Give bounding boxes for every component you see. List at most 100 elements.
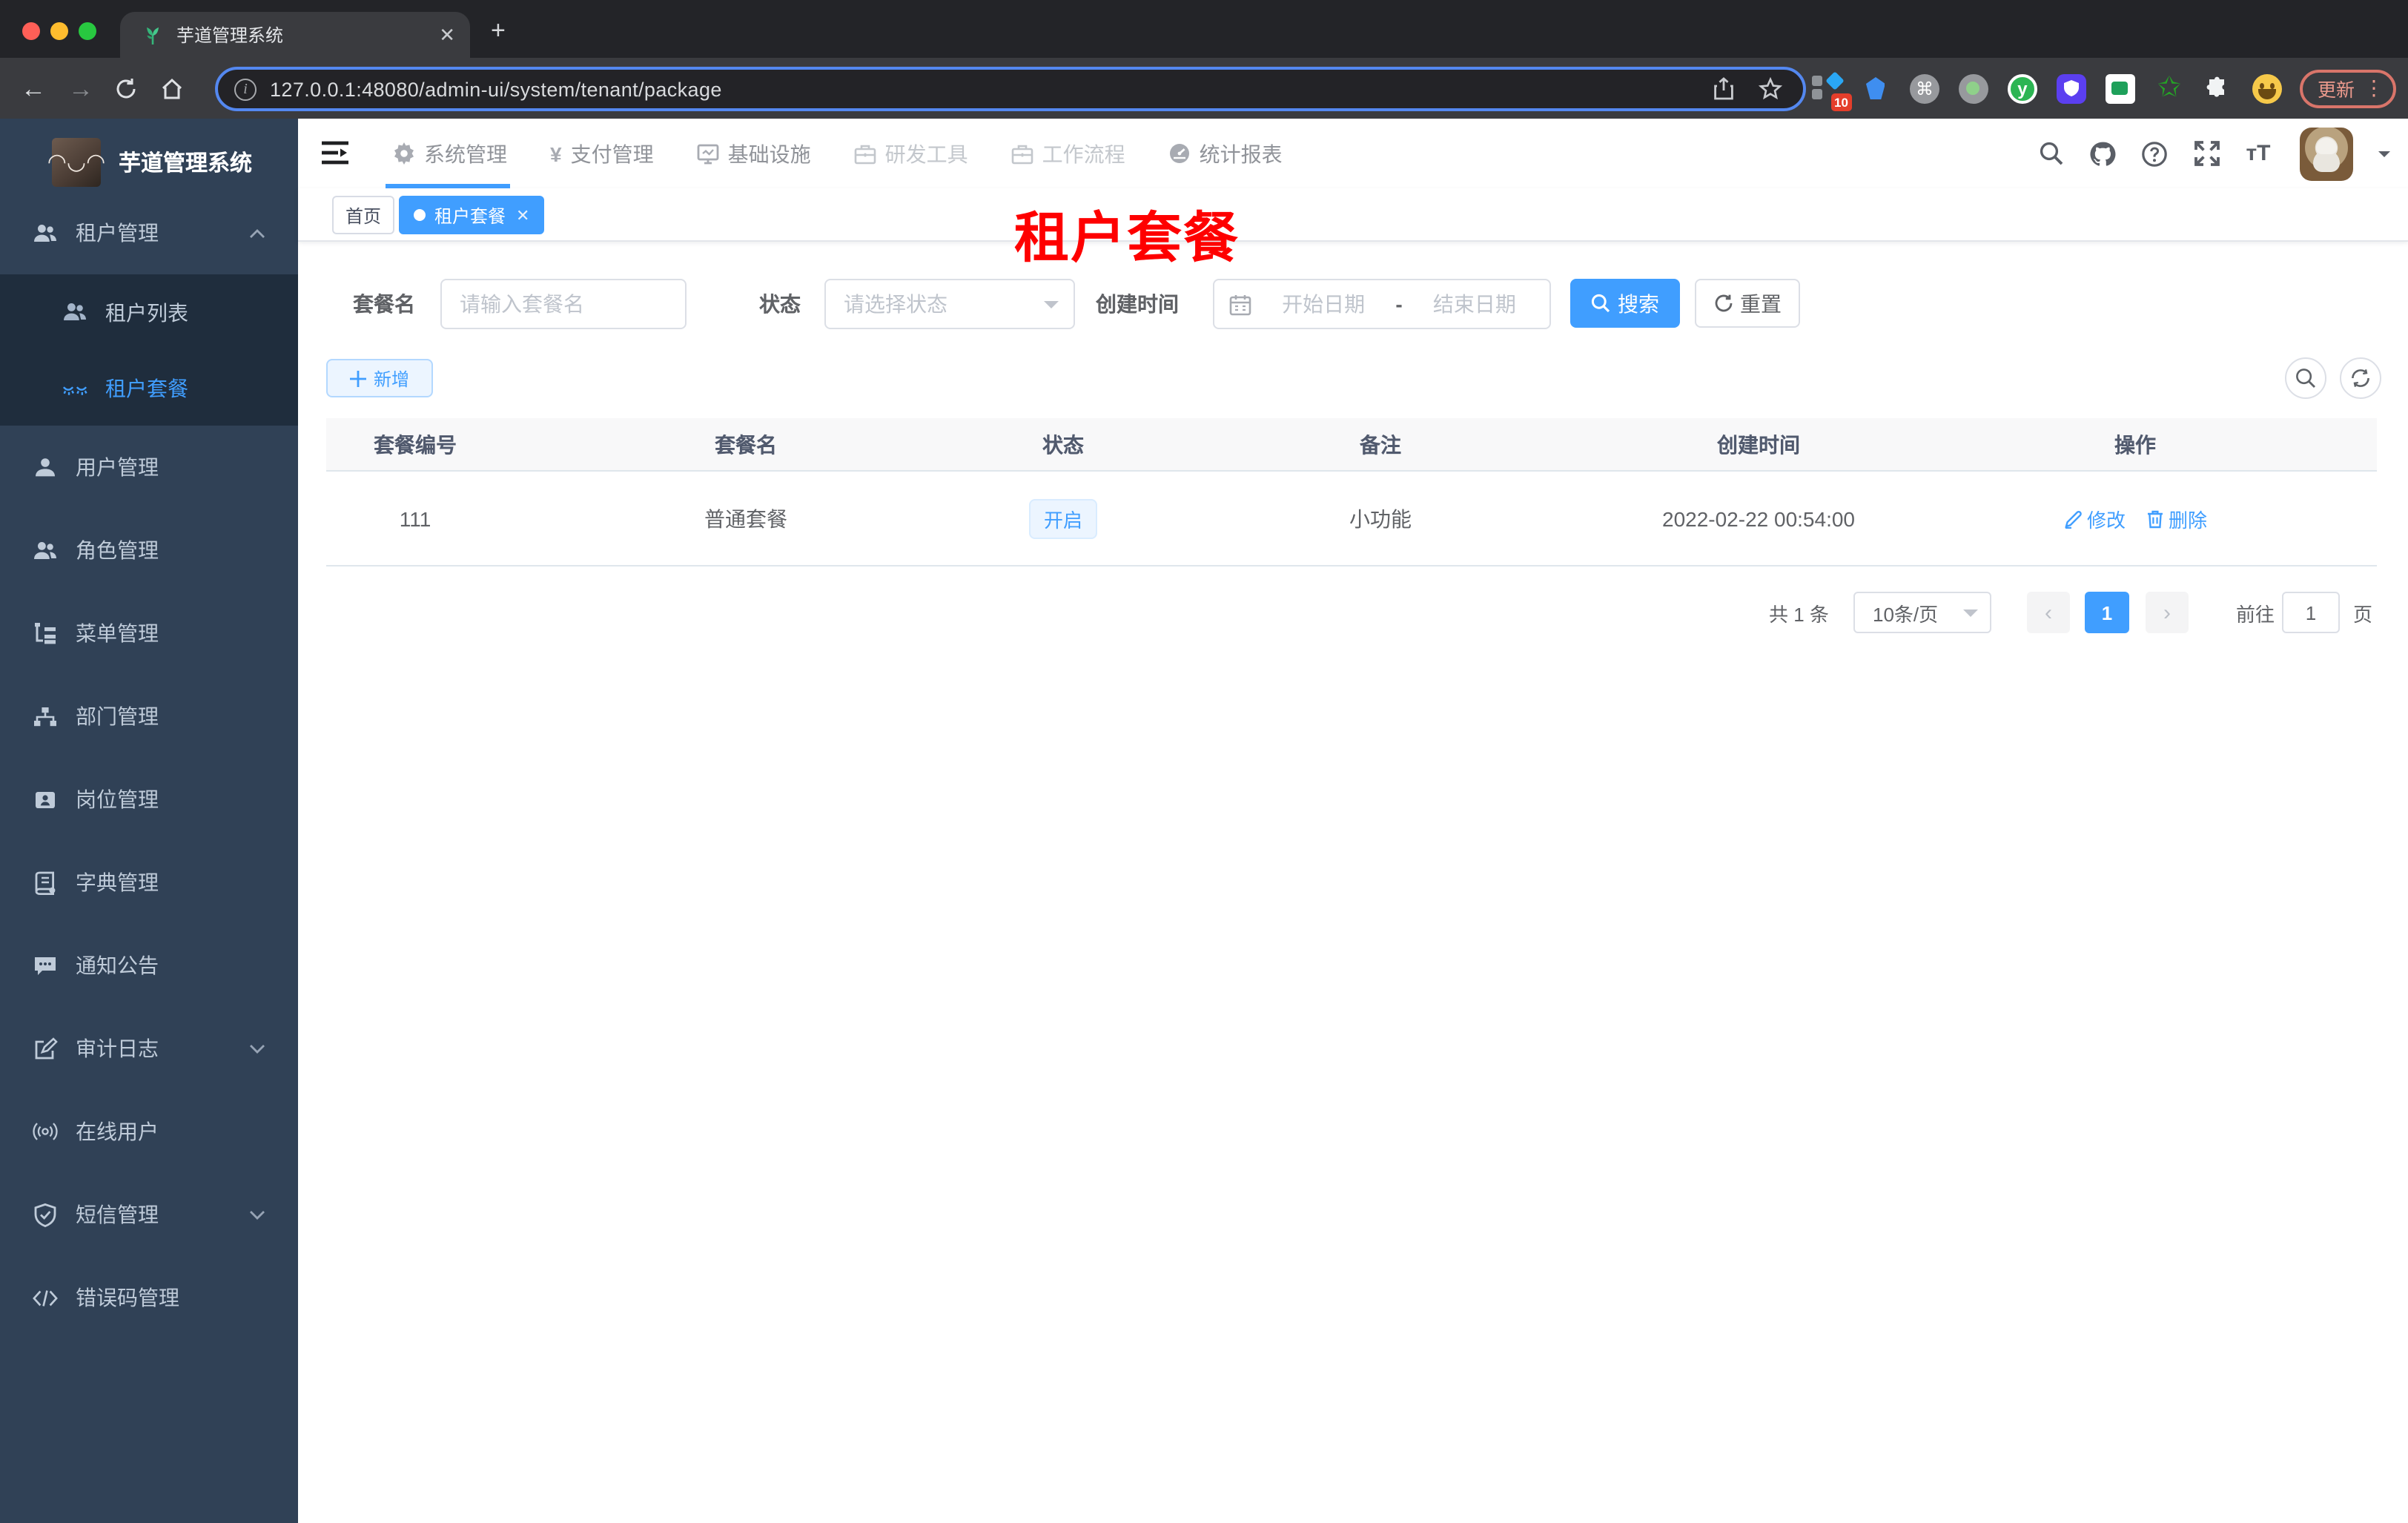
browser-update-button[interactable]: 更新 ⋮ — [2299, 69, 2396, 108]
sidebar-item-error-code[interactable]: 错误码管理 — [0, 1256, 298, 1339]
minimize-window-button[interactable] — [50, 22, 68, 40]
tag-close-icon[interactable]: ✕ — [516, 205, 529, 225]
refresh-table-button[interactable] — [2340, 357, 2381, 399]
extension-blocks-icon[interactable]: 10 — [1810, 70, 1852, 110]
tab-close-icon[interactable]: ✕ — [439, 25, 455, 44]
extension-star-icon[interactable]: ✩ — [2153, 72, 2186, 105]
top-menu-infrastructure[interactable]: 基础设施 — [697, 119, 811, 188]
url-bar[interactable]: i 127.0.0.1:48080/admin-ui/system/tenant… — [215, 67, 1806, 111]
sidebar-item-sms-management[interactable]: 短信管理 — [0, 1173, 298, 1256]
top-menu-reports[interactable]: 统计报表 — [1168, 119, 1283, 188]
sidebar-logo-row[interactable]: ◠◡◠ 芋道管理系统 — [0, 128, 298, 196]
goto-page-input[interactable] — [2283, 593, 2338, 632]
profile-avatar-icon[interactable] — [2251, 72, 2283, 105]
add-button[interactable]: 新增 — [326, 359, 433, 397]
screenshot-stage: 芋道管理系统 ✕ + ← → i 127.0.0.1:48080/admin-u… — [0, 0, 2408, 1523]
user-avatar[interactable] — [2300, 127, 2353, 180]
zoom-window-button[interactable] — [79, 22, 96, 40]
delete-link-label: 删除 — [2169, 509, 2208, 531]
top-menu-workflow[interactable]: 工作流程 — [1011, 119, 1125, 188]
delete-link[interactable]: 删除 — [2146, 504, 2207, 532]
package-name-label: 套餐名 — [353, 292, 415, 316]
tag-tenant-package[interactable]: 租户套餐 ✕ — [399, 196, 545, 234]
table-row[interactable]: 111 普通套餐 开启 小功能 2022-02-22 00:54:00 修改 删… — [326, 472, 2377, 566]
sidebar-item-menu-management[interactable]: 菜单管理 — [0, 592, 298, 675]
gear-icon — [393, 142, 415, 165]
current-page-button[interactable]: 1 — [2085, 592, 2129, 633]
sidebar-item-label: 在线用户 — [76, 1120, 159, 1143]
sidebar-item-post-management[interactable]: 岗位管理 — [0, 758, 298, 841]
sidebar-item-dict-management[interactable]: 字典管理 — [0, 841, 298, 924]
sidebar-item-label: 角色管理 — [76, 538, 159, 562]
sidebar-item-online-users[interactable]: 在线用户 — [0, 1090, 298, 1173]
search-button[interactable]: 搜索 — [1570, 279, 1680, 328]
search-icon[interactable] — [2037, 140, 2064, 167]
page-size-select[interactable]: 10条/页 — [1853, 592, 1991, 633]
extension-chat-icon[interactable] — [2104, 72, 2137, 105]
next-page-button[interactable]: › — [2146, 592, 2189, 633]
status-select[interactable]: 请选择状态 — [824, 279, 1075, 329]
back-button[interactable]: ← — [21, 76, 46, 101]
sidebar-item-label: 错误码管理 — [76, 1286, 179, 1309]
package-name-input[interactable] — [442, 280, 685, 328]
edit-link[interactable]: 修改 — [2063, 504, 2126, 532]
extension-command-icon[interactable]: ⌘ — [1908, 72, 1941, 105]
date-separator: - — [1395, 292, 1403, 316]
sidebar-item-notice[interactable]: 通知公告 — [0, 924, 298, 1007]
reload-button[interactable] — [114, 76, 138, 100]
col-header-id: 套餐编号 — [374, 432, 457, 456]
close-window-button[interactable] — [22, 22, 40, 40]
sidebar-item-tenant-management[interactable]: 租户管理 — [0, 191, 298, 274]
new-tab-button[interactable]: + — [491, 16, 506, 46]
top-menu-system[interactable]: 系统管理 — [393, 119, 507, 188]
reset-button[interactable]: 重置 — [1695, 279, 1800, 328]
trash-icon — [2148, 509, 2163, 528]
app-title: 芋道管理系统 — [119, 151, 253, 176]
cell-created: 2022-02-22 00:54:00 — [1662, 506, 1855, 530]
extension-record-icon[interactable] — [1957, 72, 1990, 105]
font-size-icon[interactable]: ᴛT — [2245, 140, 2272, 167]
show-search-toggle-button[interactable] — [2285, 357, 2326, 399]
forward-button[interactable]: → — [68, 76, 93, 101]
cell-status: 开启 — [1028, 498, 1098, 538]
home-button[interactable] — [160, 76, 184, 100]
users-icon — [62, 300, 87, 325]
tag-home[interactable]: 首页 — [332, 196, 395, 234]
date-range-picker[interactable]: 开始日期 - 结束日期 — [1213, 279, 1551, 329]
sidebar-item-user-management[interactable]: 用户管理 — [0, 426, 298, 509]
top-menu-payment[interactable]: ¥ 支付管理 — [550, 119, 654, 188]
sidebar-item-tenant-package[interactable]: 租户套餐 — [0, 350, 298, 426]
extension-y-icon[interactable]: y — [2006, 72, 2039, 105]
package-name-input-wrap — [440, 279, 687, 329]
github-icon[interactable] — [2089, 140, 2116, 167]
col-header-name: 套餐名 — [715, 432, 777, 456]
avatar-caret-icon[interactable] — [2378, 151, 2390, 163]
extensions-puzzle-icon[interactable] — [2202, 72, 2235, 105]
extension-shield-icon[interactable] — [2055, 72, 2088, 105]
extension-gem-icon[interactable] — [1859, 72, 1892, 105]
sidebar-collapse-icon[interactable] — [322, 141, 348, 165]
status-select-placeholder: 请选择状态 — [844, 292, 947, 316]
sidebar-item-audit-log[interactable]: 审计日志 — [0, 1007, 298, 1090]
browser-tab[interactable]: 芋道管理系统 ✕ — [120, 12, 470, 58]
site-info-icon[interactable]: i — [234, 78, 257, 100]
browser-menu-dots-icon[interactable]: ⋮ — [2364, 76, 2384, 101]
sidebar-item-dept-management[interactable]: 部门管理 — [0, 675, 298, 758]
app-logo-rabbit-image: ◠◡◠ — [47, 137, 105, 186]
sidebar-item-tenant-list[interactable]: 租户列表 — [0, 274, 298, 350]
date-start-placeholder[interactable]: 开始日期 — [1263, 289, 1383, 319]
fullscreen-icon[interactable] — [2193, 140, 2220, 167]
share-icon[interactable] — [1713, 77, 1735, 101]
sidebar-item-label: 字典管理 — [76, 870, 159, 894]
top-menu: 系统管理 ¥ 支付管理 基础设施 研发工具 工作流程 统计报表 — [393, 119, 1283, 188]
edit-link-label: 修改 — [2086, 509, 2126, 531]
prev-page-button[interactable]: ‹ — [2027, 592, 2070, 633]
bookmark-star-icon[interactable] — [1759, 77, 1782, 101]
date-end-placeholder[interactable]: 结束日期 — [1415, 289, 1535, 319]
update-label: 更新 — [2317, 80, 2355, 101]
help-icon[interactable] — [2141, 140, 2168, 167]
refresh-icon — [2352, 369, 2369, 387]
sidebar-item-label: 审计日志 — [76, 1037, 159, 1060]
top-menu-dev-tools[interactable]: 研发工具 — [854, 119, 968, 188]
sidebar-item-role-management[interactable]: 角色管理 — [0, 509, 298, 592]
